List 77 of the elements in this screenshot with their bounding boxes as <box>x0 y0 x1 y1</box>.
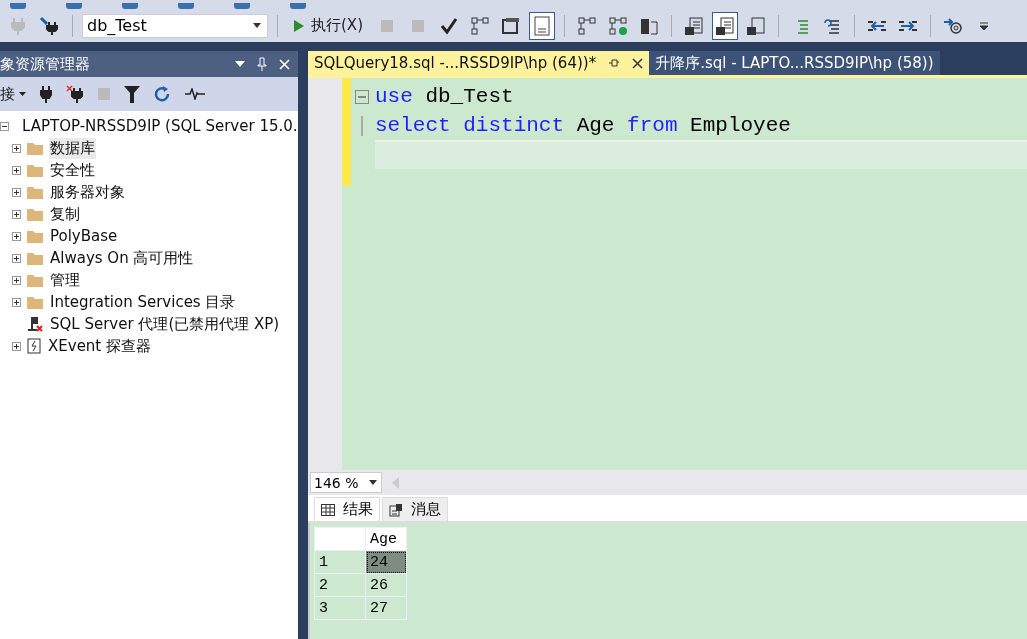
expand-icon[interactable] <box>12 165 21 175</box>
zoom-dropdown[interactable]: 146 % <box>310 472 382 493</box>
document-tab[interactable]: SQLQuery18.sql -...RSSD9IP\hp (64))* <box>308 51 650 75</box>
expand-icon[interactable] <box>12 209 21 219</box>
specify-values-icon <box>943 16 963 35</box>
expand-icon[interactable] <box>12 143 21 153</box>
connect-button[interactable]: 接 <box>0 84 26 104</box>
tree-item[interactable]: LAPTOP-NRSSD9IP (SQL Server 15.0. <box>21 116 299 136</box>
toolbar-button[interactable] <box>529 11 555 40</box>
file-results-icon <box>746 15 766 36</box>
document-tab[interactable]: 升降序.sql - LAPTO...RSSD9IP\hp (58)) <box>649 51 940 75</box>
panel-title: 象资源管理器 <box>0 54 90 74</box>
overflow-icon <box>979 20 989 31</box>
tree-item[interactable]: SQL Server 代理(已禁用代理 XP) <box>49 313 281 335</box>
tree-item[interactable]: PolyBase <box>49 226 119 246</box>
folder-icon <box>27 251 43 265</box>
checkmark-icon <box>440 16 458 35</box>
refresh-icon[interactable] <box>154 85 171 103</box>
tree-item[interactable]: XEvent 探查器 <box>47 335 152 357</box>
panel-icon <box>534 15 550 36</box>
uncomment-icon <box>823 16 841 35</box>
row-number: 2 <box>314 573 366 597</box>
grid-icon <box>321 503 335 516</box>
debug-icon <box>380 18 394 33</box>
database-dropdown[interactable]: db_Test <box>82 13 268 38</box>
collapse-icon[interactable] <box>0 121 9 131</box>
execute-button[interactable]: 执行(X) <box>287 16 369 35</box>
caret-icon <box>19 92 26 96</box>
folder-icon <box>27 295 43 309</box>
expand-icon[interactable] <box>12 187 21 197</box>
dropdown-icon[interactable] <box>235 61 245 67</box>
expand-icon[interactable] <box>12 297 21 307</box>
window-icon <box>501 15 521 36</box>
column-header: Age <box>365 527 407 551</box>
expand-icon[interactable] <box>12 253 21 263</box>
toolbar-button[interactable] <box>712 11 738 40</box>
tree-item[interactable]: 数据库 <box>49 137 96 159</box>
stop-icon <box>411 18 425 33</box>
folder-icon <box>27 273 43 287</box>
plug-icon[interactable] <box>40 85 52 103</box>
folder-icon <box>27 229 43 243</box>
plan-check-icon <box>608 15 628 36</box>
row-number: 1 <box>314 550 366 574</box>
folder-icon <box>27 207 43 221</box>
caret-icon <box>369 480 377 485</box>
play-icon <box>293 18 305 33</box>
close-icon[interactable] <box>632 57 644 69</box>
message-icon <box>389 502 403 517</box>
filter-icon[interactable] <box>124 85 140 103</box>
results-tab[interactable]: 消息 <box>382 497 448 521</box>
tree-item[interactable]: 安全性 <box>49 159 96 181</box>
caret-icon <box>253 23 261 28</box>
plan-icon <box>577 15 597 36</box>
event-icon <box>27 338 41 354</box>
folder-icon <box>27 141 43 155</box>
code-line: select distinct Age from Employee <box>375 114 791 137</box>
expand-icon[interactable] <box>12 275 21 285</box>
tree-item[interactable]: Integration Services 目录 <box>49 291 237 313</box>
plug-edit-icon[interactable] <box>39 15 59 36</box>
tree-item[interactable]: 复制 <box>49 203 81 225</box>
code-line: use db_Test <box>375 85 514 108</box>
expand-icon[interactable] <box>12 231 21 241</box>
disconnect-icon[interactable] <box>66 85 84 103</box>
folder-icon <box>27 185 43 199</box>
row-number: 3 <box>314 596 366 620</box>
folder-icon <box>27 163 43 177</box>
grid-results-icon <box>715 15 735 36</box>
tree-item[interactable]: 服务器对象 <box>49 181 126 203</box>
tree-item[interactable]: Always On 高可用性 <box>49 247 195 269</box>
text-results-icon <box>684 15 704 36</box>
activity-monitor-icon[interactable] <box>185 88 205 100</box>
expand-icon[interactable] <box>12 341 21 351</box>
tree-item[interactable]: 管理 <box>49 269 81 291</box>
pin-icon[interactable] <box>608 58 621 68</box>
results-tab[interactable]: 结果 <box>314 497 380 521</box>
agent-disabled-icon <box>27 316 43 332</box>
plan-icon <box>470 15 490 36</box>
